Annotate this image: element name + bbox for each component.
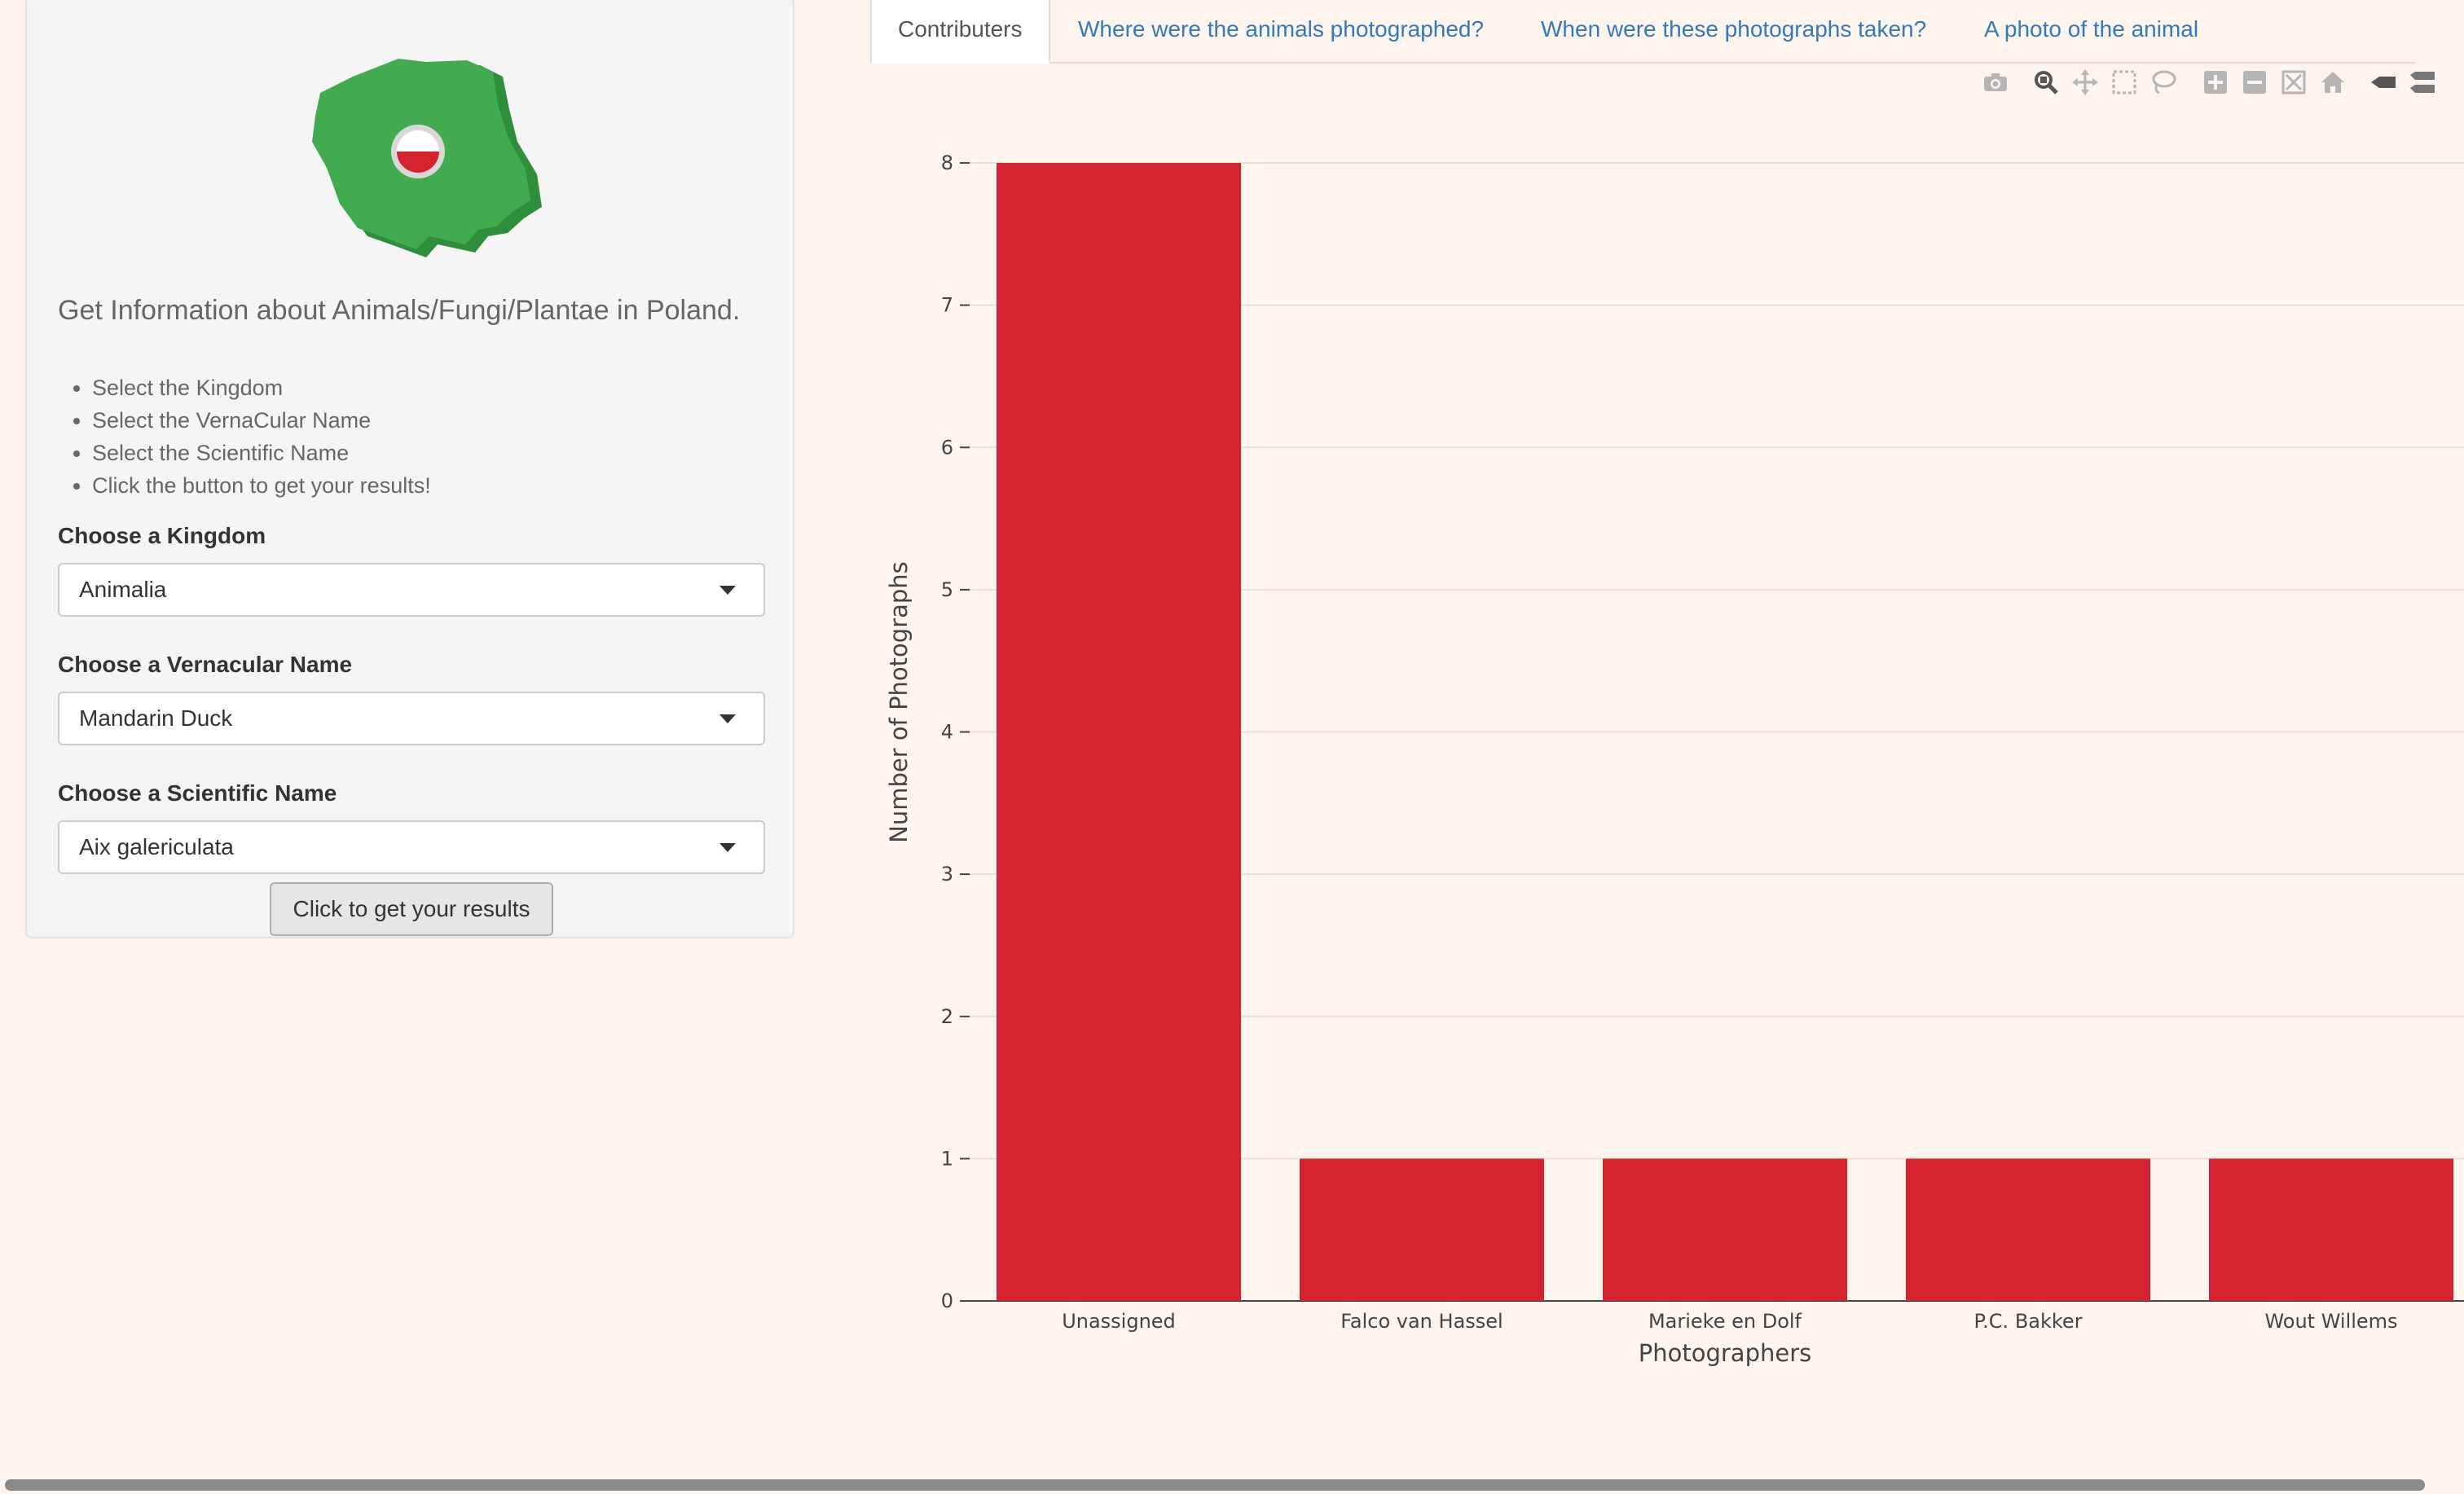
bar[interactable] xyxy=(2209,1158,2453,1301)
page-headline: Get Information about Animals/Fungi/Plan… xyxy=(58,295,741,326)
y-tick-label: 7 xyxy=(941,294,953,317)
instruction-item: Click the button to get your results! xyxy=(92,469,431,502)
x-tick-label: Wout Willems xyxy=(2264,1310,2397,1333)
vernacular-name-select[interactable]: Mandarin Duck xyxy=(58,692,765,745)
x-tick-label: Marieke en Dolf xyxy=(1648,1310,1802,1333)
x-tick-label: Falco van Hassel xyxy=(1340,1310,1503,1333)
chart-modebar xyxy=(0,68,2464,98)
y-tick-label: 8 xyxy=(941,152,953,174)
y-tick-label: 6 xyxy=(941,436,953,459)
kingdom-label: Choose a Kingdom xyxy=(58,523,266,548)
spike-lines-icon[interactable] xyxy=(2369,68,2397,96)
pan-icon[interactable] xyxy=(2071,68,2099,96)
x-tick-label: P.C. Bakker xyxy=(1973,1310,2082,1333)
tab-when-photographed[interactable]: When were these photographs taken? xyxy=(1541,0,1926,64)
vernacular-name-select-value: Mandarin Duck xyxy=(79,705,233,731)
autoscale-icon[interactable] xyxy=(2280,68,2308,96)
bar[interactable] xyxy=(1603,1158,1847,1301)
tab-photo-of-animal[interactable]: A photo of the animal xyxy=(1984,0,2198,64)
tab-bar: Contributers Where were the animals phot… xyxy=(870,0,2415,64)
zoom-out-icon[interactable] xyxy=(2241,68,2268,96)
sidebar-panel: Get Information about Animals/Fungi/Plan… xyxy=(25,0,794,938)
box-select-icon[interactable] xyxy=(2110,68,2138,96)
y-tick-label: 0 xyxy=(941,1290,953,1312)
y-tick-label: 1 xyxy=(941,1147,953,1170)
horizontal-scrollbar[interactable] xyxy=(0,1476,2464,1494)
chevron-down-icon xyxy=(719,714,736,723)
chevron-down-icon xyxy=(719,586,736,595)
instruction-item: Select the Kingdom xyxy=(92,371,431,404)
x-tick-label: Unassigned xyxy=(1062,1310,1176,1333)
compare-hover-icon[interactable] xyxy=(2409,68,2436,96)
chevron-down-icon xyxy=(719,843,736,852)
lasso-icon[interactable] xyxy=(2149,68,2177,96)
instruction-list: Select the Kingdom Select the VernaCular… xyxy=(58,371,431,502)
vernacular-name-label: Choose a Vernacular Name xyxy=(58,652,353,677)
zoom-icon[interactable] xyxy=(2032,68,2060,96)
scientific-name-select[interactable]: Aix galericulata xyxy=(58,820,765,874)
kingdom-select[interactable]: Animalia xyxy=(58,563,765,617)
y-tick-label: 4 xyxy=(941,721,953,744)
kingdom-select-value: Animalia xyxy=(79,577,167,602)
y-tick-label: 5 xyxy=(941,578,953,601)
bar[interactable] xyxy=(997,163,1241,1301)
zoom-in-icon[interactable] xyxy=(2202,68,2229,96)
tab-contributers[interactable]: Contributers xyxy=(870,0,1050,64)
scientific-name-label: Choose a Scientific Name xyxy=(58,780,337,806)
y-axis-title: Number of Photographs xyxy=(885,561,913,843)
tab-where-photographed[interactable]: Where were the animals photographed? xyxy=(1078,0,1484,64)
instruction-item: Select the Scientific Name xyxy=(92,437,431,469)
camera-icon[interactable] xyxy=(1982,68,2009,96)
instruction-item: Select the VernaCular Name xyxy=(92,404,431,437)
reset-axes-icon[interactable] xyxy=(2319,68,2347,96)
bar[interactable] xyxy=(1300,1158,1544,1301)
y-tick-label: 3 xyxy=(941,863,953,885)
get-results-button[interactable]: Click to get your results xyxy=(270,882,553,936)
scrollbar-thumb[interactable] xyxy=(5,1479,2425,1491)
y-tick-label: 2 xyxy=(941,1005,953,1028)
bar[interactable] xyxy=(1906,1158,2150,1301)
x-axis-title: Photographers xyxy=(1639,1339,1812,1367)
scientific-name-select-value: Aix galericulata xyxy=(79,834,234,859)
